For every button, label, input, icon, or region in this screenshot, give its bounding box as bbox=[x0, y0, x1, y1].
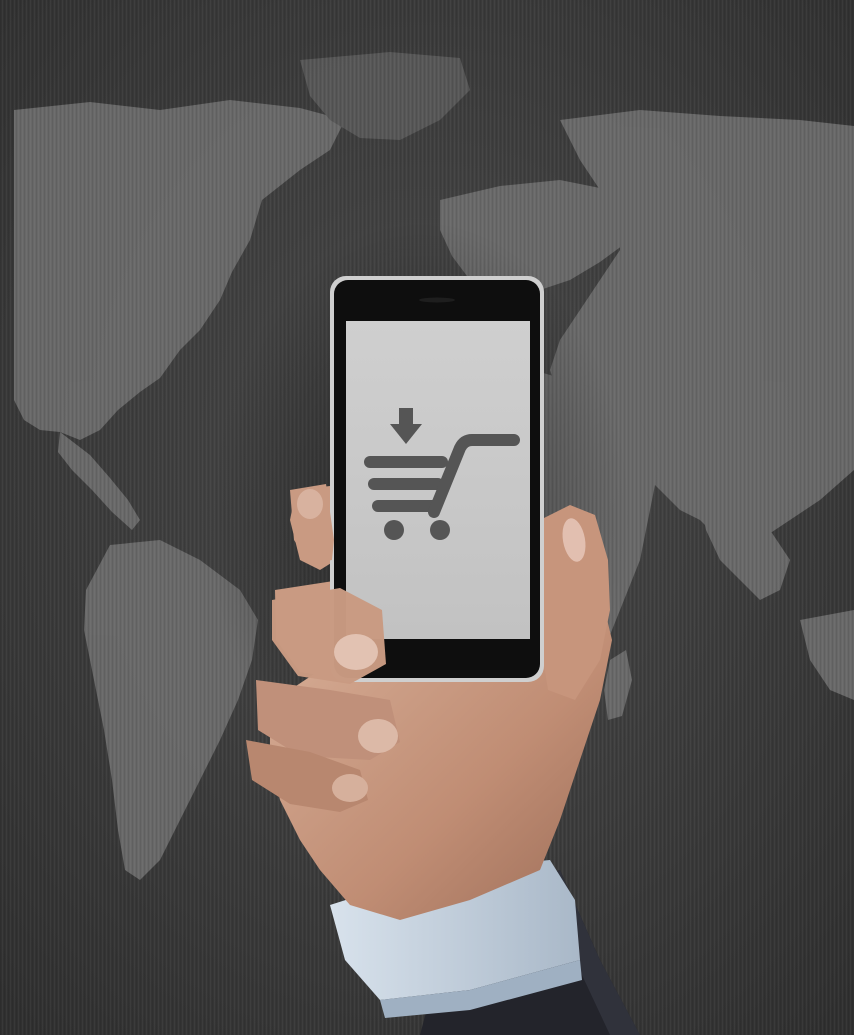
arrow-stem bbox=[399, 408, 413, 426]
cart-line-top bbox=[364, 456, 448, 468]
cart-line-mid bbox=[368, 478, 444, 490]
photo-scene bbox=[0, 0, 854, 1035]
fingernail bbox=[334, 634, 378, 670]
phone-speaker bbox=[419, 297, 455, 303]
index-fingernail bbox=[297, 489, 323, 519]
cart-wheel-left bbox=[384, 520, 404, 540]
cart-wheel-right bbox=[430, 520, 450, 540]
